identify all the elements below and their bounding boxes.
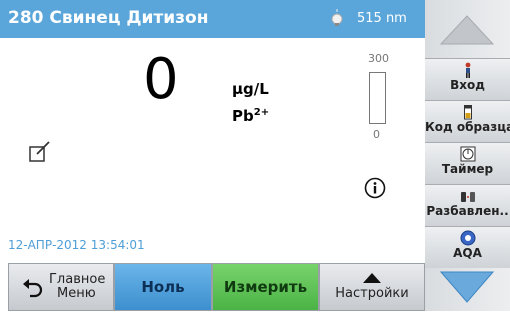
main-menu-button[interactable]: Главное Меню: [8, 263, 114, 311]
bottom-toolbar: Главное Меню Ноль Измерить Настройки: [0, 263, 425, 311]
measure-label: Измерить: [223, 278, 308, 296]
sidebar-item-timer[interactable]: Таймер: [425, 142, 510, 184]
sidebar-item-label: AQA: [453, 246, 482, 260]
timer-icon: [460, 146, 475, 162]
sidebar: Вход Код образца Таймер Разбавлен.. AQA: [425, 0, 510, 311]
back-arrow-icon: [23, 279, 43, 298]
scroll-up-button[interactable]: [425, 0, 510, 58]
scale-max-label: 300: [368, 52, 389, 65]
aqa-icon: [460, 230, 475, 246]
reading-value: 0: [143, 47, 179, 112]
main-menu-label: Главное Меню: [49, 272, 105, 302]
program-title: 280 Свинец Дитизон: [8, 8, 209, 28]
scale-bar: [369, 72, 386, 124]
info-icon[interactable]: [364, 177, 386, 199]
sidebar-item-label: Код образца: [425, 120, 510, 134]
sidebar-item-label: Таймер: [441, 162, 494, 176]
sidebar-item-dilution[interactable]: Разбавлен..: [425, 184, 510, 226]
chemical-form-base: Pb: [232, 107, 254, 125]
main-panel: 280 Свинец Дитизон 515 nm 0 µg/L Pb2+ 30…: [0, 0, 425, 311]
sidebar-item-label: Разбавлен..: [426, 204, 509, 218]
scroll-down-button[interactable]: [425, 264, 510, 311]
settings-button[interactable]: Настройки: [319, 263, 425, 311]
sidebar-item-aqa[interactable]: AQA: [425, 226, 510, 268]
chemical-form-charge: 2+: [253, 107, 270, 118]
sidebar-item-sample-id[interactable]: Код образца: [425, 100, 510, 142]
header-bar: 280 Свинец Дитизон 515 nm: [0, 0, 425, 38]
sidebar-item-login[interactable]: Вход: [425, 58, 510, 100]
wavelength-label: 515 nm: [357, 11, 407, 26]
up-triangle-icon: [363, 273, 381, 283]
lamp-icon: [331, 9, 343, 26]
settings-label: Настройки: [335, 286, 409, 301]
zero-label: Ноль: [141, 278, 185, 296]
scale-min-label: 0: [373, 128, 380, 141]
dilution-icon: [460, 192, 475, 202]
chemical-form[interactable]: Pb2+: [232, 107, 269, 125]
zero-button[interactable]: Ноль: [114, 263, 212, 311]
reading-unit: µg/L: [232, 80, 269, 98]
datetime-label: 12-АПР-2012 13:54:01: [8, 238, 145, 252]
sidebar-item-label: Вход: [450, 78, 485, 92]
measure-button[interactable]: Измерить: [212, 263, 319, 311]
sample-vial-icon: [463, 105, 472, 120]
edit-note-icon[interactable]: [29, 140, 51, 162]
scroll-down-arrow-icon: [439, 271, 495, 303]
main-menu-line1: Главное: [49, 271, 106, 287]
scroll-up-arrow-icon: [439, 15, 495, 45]
main-menu-line2: Меню: [57, 286, 96, 301]
person-icon: [465, 62, 470, 78]
